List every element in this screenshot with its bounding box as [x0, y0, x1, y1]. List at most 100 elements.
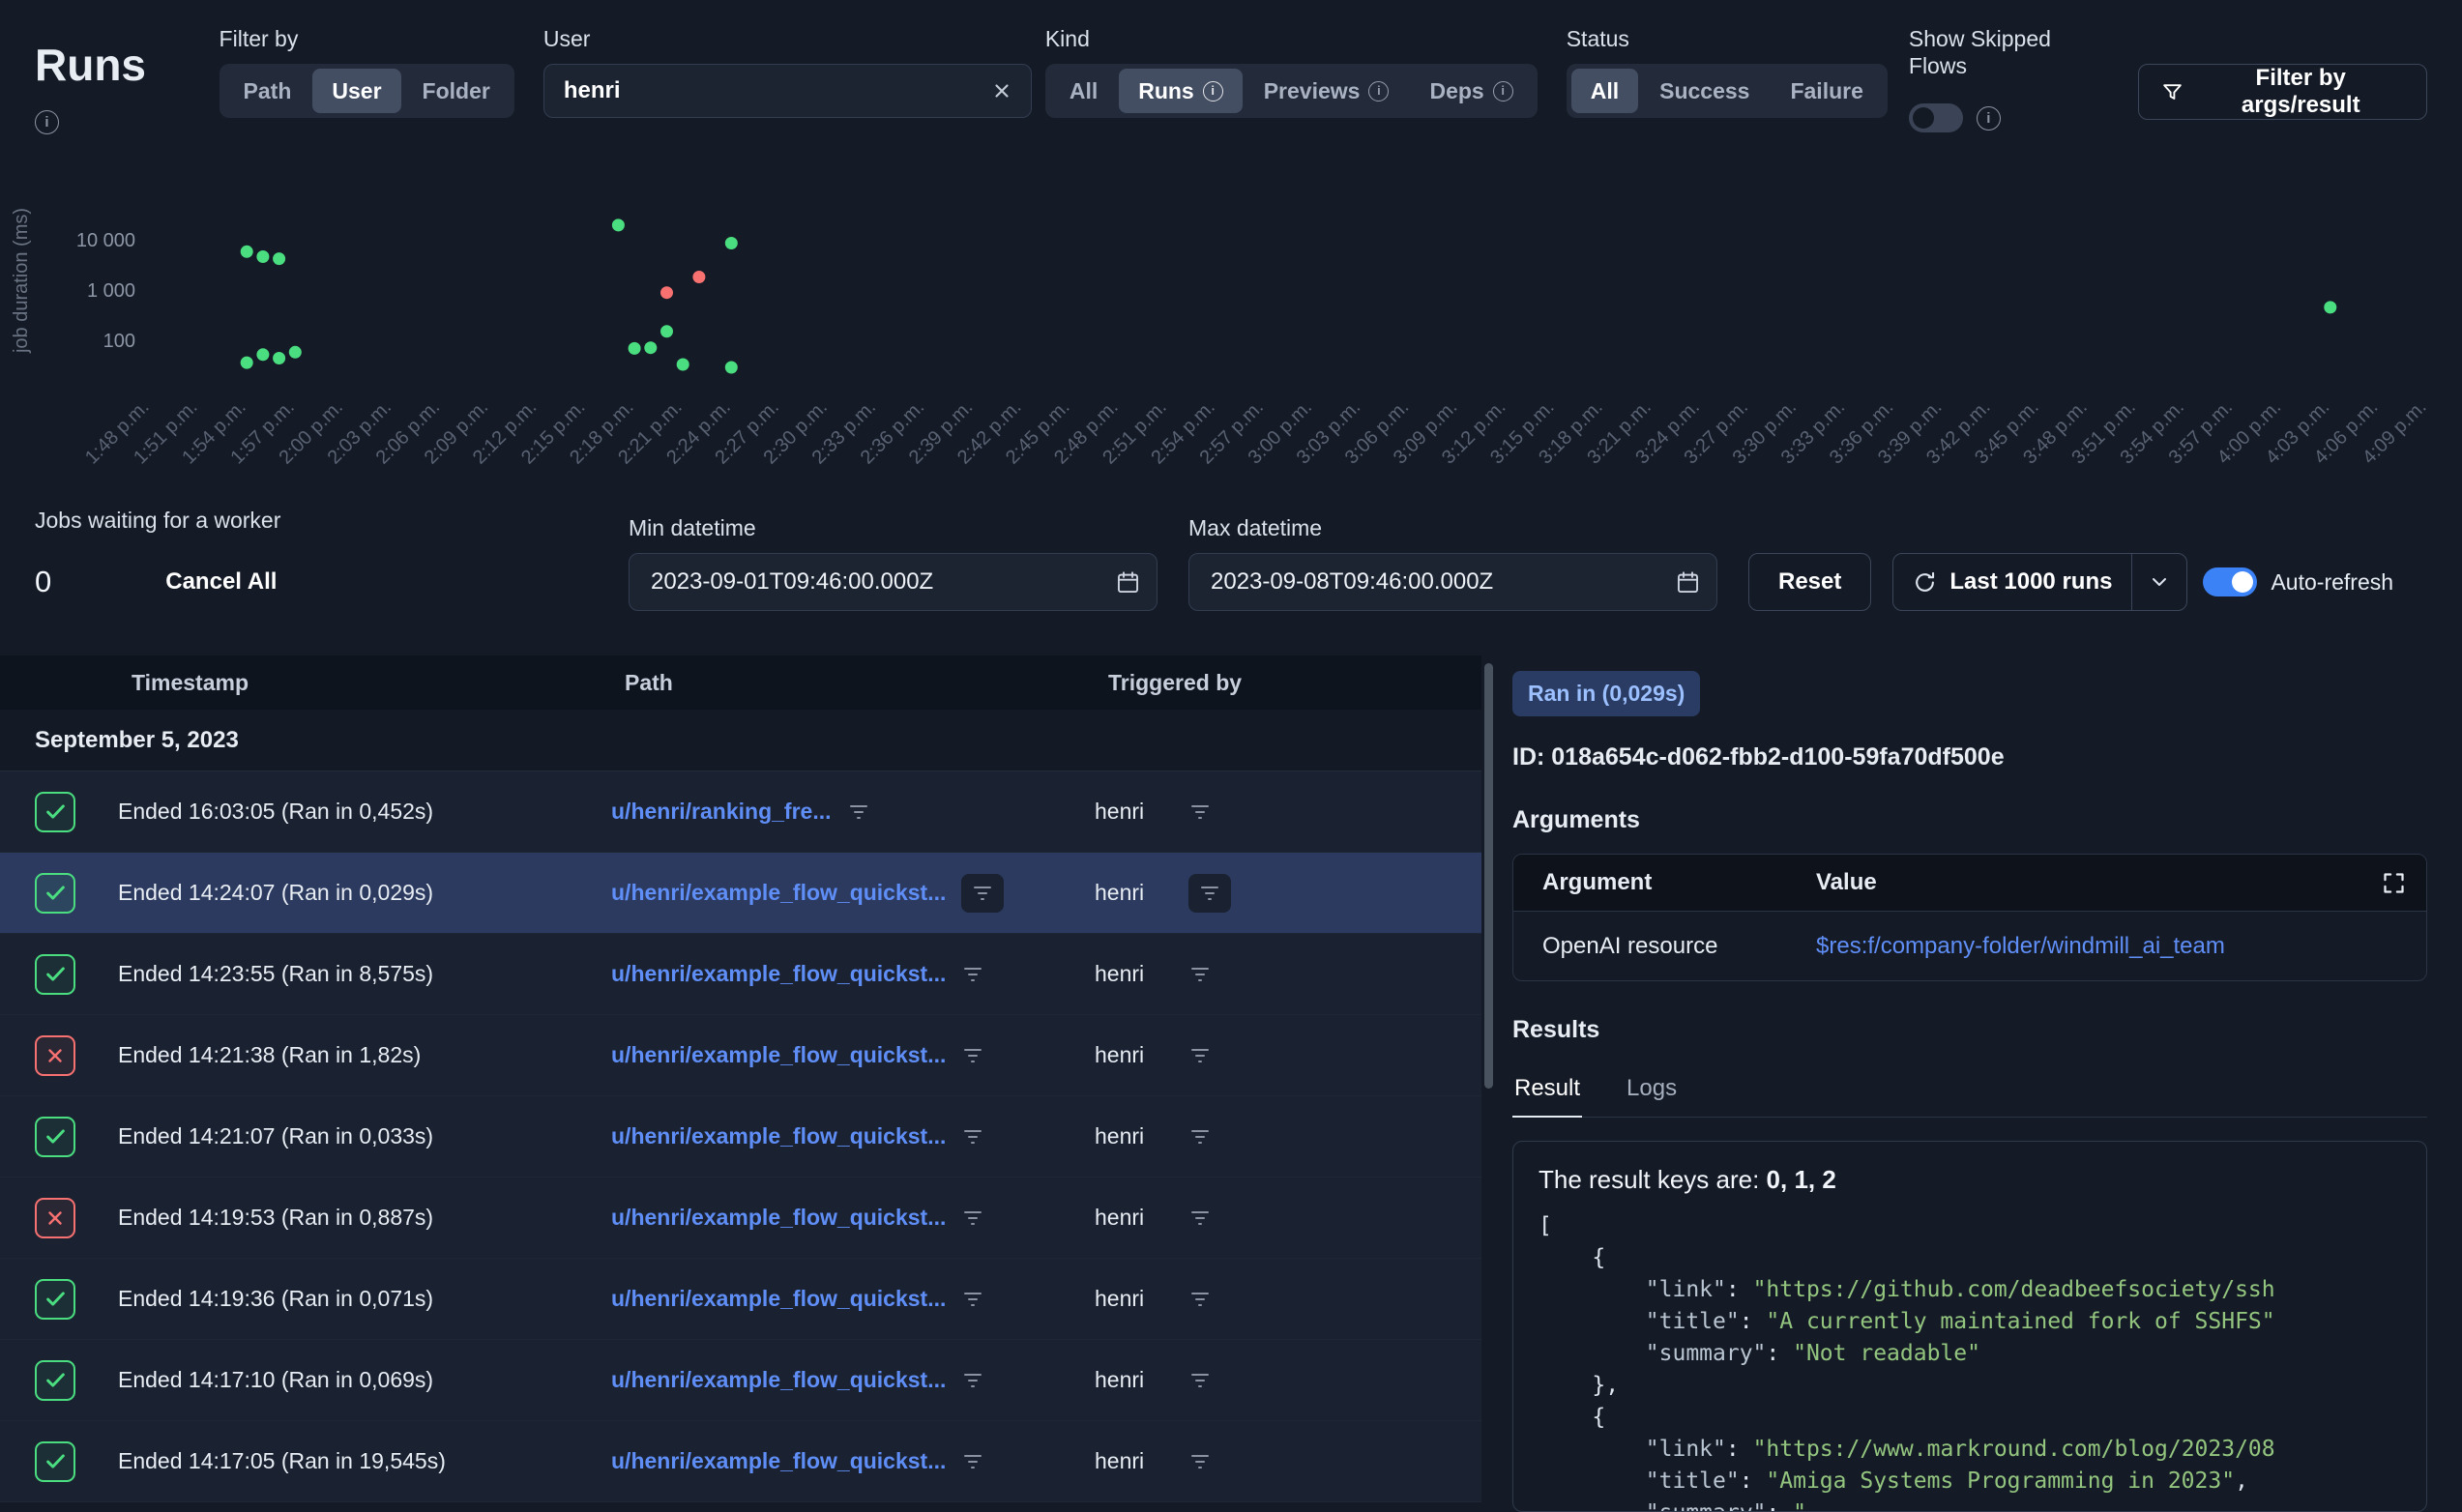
job-duration-point[interactable]: [692, 271, 705, 283]
expand-icon[interactable]: [2381, 870, 2407, 896]
auto-refresh-toggle[interactable]: [2203, 567, 2257, 596]
job-duration-point[interactable]: [725, 362, 738, 374]
table-row[interactable]: Ended 14:24:07 (Ran in 0,029s)u/henri/ex…: [0, 853, 1481, 934]
job-duration-point[interactable]: [725, 237, 738, 249]
filter-by-args-result-button[interactable]: Filter by args/result: [2138, 64, 2427, 120]
table-row[interactable]: Ended 14:21:38 (Ran in 1,82s)u/henri/exa…: [0, 1015, 1481, 1096]
filter-by-user-icon[interactable]: [1188, 800, 1212, 824]
filter-by-path-icon[interactable]: [847, 800, 870, 824]
filter-by-user-icon[interactable]: [1188, 1207, 1212, 1230]
table-row[interactable]: Ended 14:19:53 (Ran in 0,887s)u/henri/ex…: [0, 1178, 1481, 1259]
tab-result[interactable]: Result: [1512, 1065, 1582, 1118]
filter-by-path-button[interactable]: Path: [224, 69, 311, 113]
run-path-link[interactable]: u/henri/example_flow_quickst...: [611, 1286, 946, 1312]
filter-by-path-icon[interactable]: [961, 1044, 984, 1067]
tab-logs[interactable]: Logs: [1625, 1065, 1679, 1117]
run-path-link[interactable]: u/henri/ranking_fre...: [611, 799, 832, 825]
run-path-link[interactable]: u/henri/example_flow_quickst...: [611, 1205, 946, 1231]
calendar-icon[interactable]: [1675, 569, 1701, 596]
resource-link[interactable]: $res:f/company-folder/windmill_ai_team: [1816, 933, 2225, 960]
max-datetime-input[interactable]: [1188, 553, 1717, 611]
filter-by-group: Filter by Path User Folder: [220, 25, 514, 118]
run-path-link[interactable]: u/henri/example_flow_quickst...: [611, 1123, 946, 1149]
table-row[interactable]: Ended 14:23:55 (Ran in 8,575s)u/henri/ex…: [0, 934, 1481, 1015]
job-duration-point[interactable]: [629, 342, 641, 355]
run-path-link[interactable]: u/henri/example_flow_quickst...: [611, 880, 946, 906]
run-path-link[interactable]: u/henri/example_flow_quickst...: [611, 1367, 946, 1393]
filter-by-user-button[interactable]: User: [312, 69, 400, 113]
filter-by-path-icon[interactable]: [961, 874, 1004, 913]
chevron-down-icon[interactable]: [2132, 554, 2186, 610]
queue-block: Jobs waiting for a worker 0 Cancel All: [35, 507, 629, 611]
job-duration-point[interactable]: [273, 352, 285, 364]
job-duration-point[interactable]: [660, 286, 673, 299]
show-skipped-toggle[interactable]: [1909, 103, 1963, 132]
filter-by-path-icon[interactable]: [961, 963, 984, 986]
job-duration-point[interactable]: [644, 341, 657, 354]
filter-by-user-icon[interactable]: [1188, 1450, 1212, 1473]
filter-by-path-icon[interactable]: [961, 1288, 984, 1311]
title-block: Runs i: [35, 25, 220, 134]
kind-runs-button[interactable]: Runsi: [1119, 69, 1243, 113]
scrollbar-thumb[interactable]: [1484, 663, 1493, 1089]
clear-icon[interactable]: [990, 79, 1013, 102]
user-search-input[interactable]: [562, 76, 990, 105]
min-datetime-field[interactable]: [649, 567, 1103, 596]
job-duration-point[interactable]: [241, 357, 253, 369]
last-runs-split-button[interactable]: Last 1000 runs: [1892, 553, 2187, 611]
kind-all-button[interactable]: All: [1050, 69, 1117, 113]
status-success-button[interactable]: Success: [1640, 69, 1769, 113]
filter-by-segmented: Path User Folder: [220, 64, 514, 118]
run-path-link[interactable]: u/henri/example_flow_quickst...: [611, 1448, 946, 1474]
success-status-icon: [35, 792, 75, 832]
job-duration-point[interactable]: [273, 252, 285, 265]
table-row[interactable]: Ended 14:17:10 (Ran in 0,069s)u/henri/ex…: [0, 1340, 1481, 1421]
min-datetime-label: Min datetime: [629, 514, 1158, 541]
main-split: Timestamp Path Triggered by September 5,…: [0, 655, 2462, 1512]
user-search-box[interactable]: [543, 64, 1032, 118]
user-filter-group: User: [543, 25, 1032, 118]
filter-by-path-icon[interactable]: [961, 1369, 984, 1392]
reset-button[interactable]: Reset: [1748, 553, 1871, 611]
max-datetime-field[interactable]: [1209, 567, 1663, 596]
job-duration-point[interactable]: [2324, 301, 2336, 313]
calendar-icon[interactable]: [1115, 569, 1141, 596]
last-runs-button[interactable]: Last 1000 runs: [1893, 554, 2131, 610]
filter-by-user-icon[interactable]: [1188, 1125, 1212, 1149]
cancel-all-button[interactable]: Cancel All: [160, 567, 282, 596]
filter-by-path-icon[interactable]: [961, 1207, 984, 1230]
run-timestamp: Ended 14:19:36 (Ran in 0,071s): [118, 1286, 611, 1312]
table-row[interactable]: Ended 14:17:05 (Ran in 19,545s)u/henri/e…: [0, 1421, 1481, 1502]
info-icon[interactable]: i: [1977, 106, 2001, 131]
status-failure-button[interactable]: Failure: [1771, 69, 1882, 113]
toggle-knob: [2232, 571, 2253, 593]
run-path-link[interactable]: u/henri/example_flow_quickst...: [611, 1042, 946, 1068]
table-row[interactable]: Ended 14:19:36 (Ran in 0,071s)u/henri/ex…: [0, 1259, 1481, 1340]
job-duration-point[interactable]: [660, 325, 673, 337]
filter-by-path-icon[interactable]: [961, 1125, 984, 1149]
filter-by-user-icon[interactable]: [1188, 1369, 1212, 1392]
run-path-link[interactable]: u/henri/example_flow_quickst...: [611, 961, 946, 987]
kind-previews-button[interactable]: Previewsi: [1245, 69, 1409, 113]
min-datetime-input[interactable]: [629, 553, 1158, 611]
filter-by-folder-button[interactable]: Folder: [403, 69, 510, 113]
y-tick-label: 1 000: [87, 280, 135, 302]
job-duration-point[interactable]: [256, 250, 269, 263]
kind-deps-button[interactable]: Depsi: [1410, 69, 1532, 113]
job-duration-point[interactable]: [612, 218, 625, 231]
filter-by-user-icon[interactable]: [1188, 963, 1212, 986]
col-triggered-by: Triggered by: [1095, 670, 1481, 696]
table-row[interactable]: Ended 16:03:05 (Ran in 0,452s)u/henri/ra…: [0, 771, 1481, 853]
job-duration-point[interactable]: [256, 348, 269, 361]
runs-info-icon[interactable]: i: [35, 110, 59, 134]
table-scrollbar[interactable]: [1481, 655, 1497, 1512]
status-all-button[interactable]: All: [1571, 69, 1638, 113]
filter-by-user-icon[interactable]: [1188, 1044, 1212, 1067]
job-duration-point[interactable]: [289, 346, 302, 359]
job-duration-point[interactable]: [241, 246, 253, 258]
filter-by-path-icon[interactable]: [961, 1450, 984, 1473]
filter-by-user-icon[interactable]: [1188, 1288, 1212, 1311]
filter-by-user-icon[interactable]: [1188, 874, 1231, 913]
job-duration-point[interactable]: [677, 359, 689, 371]
table-row[interactable]: Ended 14:21:07 (Ran in 0,033s)u/henri/ex…: [0, 1096, 1481, 1178]
